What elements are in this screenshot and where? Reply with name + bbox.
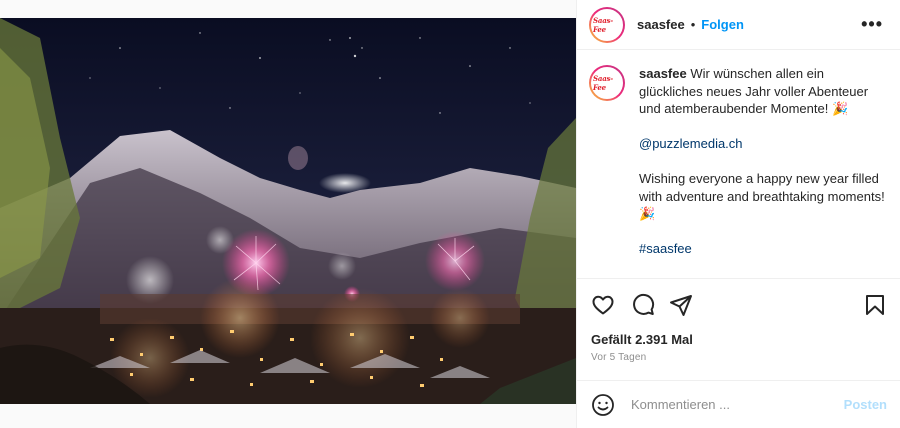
brand-logo: Saas-Fee [593, 74, 613, 92]
avatar[interactable]: Saas-Fee [589, 6, 625, 43]
follow-button[interactable]: Folgen [701, 17, 744, 32]
share-icon[interactable] [669, 293, 693, 317]
bookmark-icon[interactable] [863, 293, 887, 317]
comment-icon[interactable] [631, 293, 655, 317]
caption-username[interactable]: saasfee [639, 66, 687, 81]
header-username[interactable]: saasfee [637, 17, 685, 32]
avatar-image: Saas-Fee [591, 8, 623, 41]
fireworks-village-image [0, 18, 576, 404]
caption-mention-line: @puzzlemedia.ch [639, 135, 885, 153]
smiley-icon[interactable] [591, 393, 615, 417]
comment-input[interactable] [631, 397, 844, 412]
avatar-image: Saas-Fee [591, 67, 623, 99]
avatar: Saas-Fee [589, 65, 625, 101]
post-timestamp[interactable]: Vor 5 Tagen [591, 352, 646, 363]
action-bar [577, 278, 900, 328]
post-comment-button[interactable]: Posten [844, 397, 887, 412]
separator-dot: • [690, 17, 696, 32]
post-side-panel: Saas-Fee saasfee • Folgen ••• Saas-Fee s… [576, 0, 900, 428]
caption-english: Wishing everyone a happy new year filled… [639, 171, 885, 221]
caption-text: saasfee Wir wünschen allen ein glücklich… [639, 65, 885, 278]
comment-bar: Posten [577, 380, 900, 428]
caption-section: Saas-Fee saasfee Wir wünschen allen ein … [577, 51, 900, 278]
instagram-post: Saas-Fee saasfee • Folgen ••• Saas-Fee s… [0, 0, 900, 428]
heart-icon[interactable] [591, 293, 615, 317]
caption-avatar[interactable]: Saas-Fee [589, 65, 625, 278]
more-options-icon[interactable]: ••• [861, 14, 883, 35]
mention-link[interactable]: @puzzlemedia.ch [639, 136, 743, 151]
post-header: Saas-Fee saasfee • Folgen ••• [577, 0, 900, 50]
caption-hashtag-line: #saasfee [639, 240, 885, 258]
brand-logo: Saas-Fee [593, 15, 613, 34]
caption-german: saasfee Wir wünschen allen ein glücklich… [639, 65, 885, 118]
hashtag-link[interactable]: #saasfee [639, 241, 692, 256]
likes-count[interactable]: Gefällt 2.391 Mal [591, 332, 693, 347]
post-photo[interactable] [0, 18, 576, 404]
